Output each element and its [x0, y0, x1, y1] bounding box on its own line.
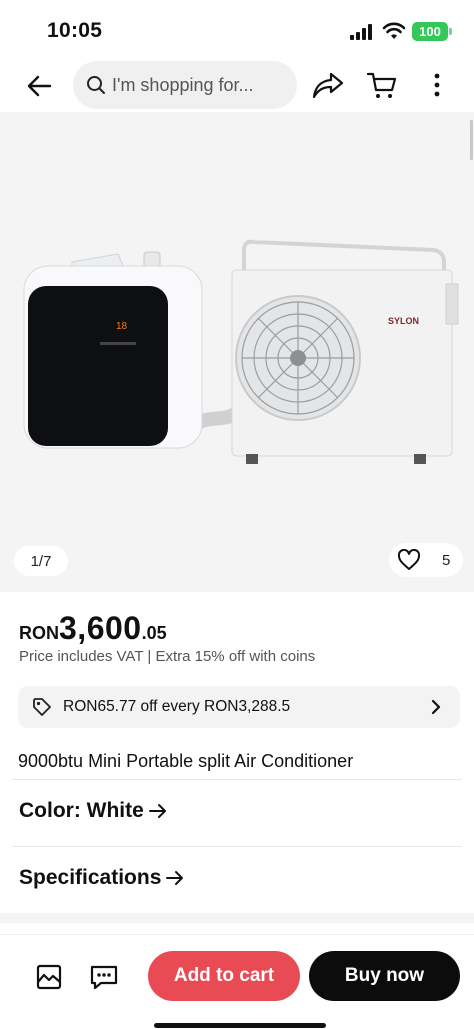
chevron-right-icon [431, 699, 441, 715]
tag-icon [33, 698, 51, 716]
product-title: 9000btu Mini Portable split Air Conditio… [18, 751, 354, 771]
arrow-right-icon [148, 804, 166, 818]
image-page-text: 1/7 [30, 552, 52, 570]
home-indicator [154, 1023, 326, 1028]
nav-bar: I'm shopping for... [0, 60, 474, 112]
product-price: RON 3,600 .05 [19, 610, 167, 647]
price-note: Price includes VAT | Extra 15% off with … [19, 648, 316, 665]
favorite-button[interactable]: 5 [389, 543, 463, 577]
search-icon [87, 76, 105, 94]
image-page-indicator: 1/7 [14, 546, 68, 576]
color-label: Color: White [19, 799, 144, 822]
specifications-label: Specifications [19, 866, 162, 889]
chat-icon[interactable] [89, 963, 119, 991]
heart-icon [397, 549, 421, 570]
svg-text:18: 18 [116, 321, 128, 332]
color-selector[interactable]: Color: White [19, 799, 168, 823]
coupon-banner[interactable]: RON65.77 off every RON3,288.5 [18, 686, 460, 728]
signal-icon [350, 24, 372, 40]
product-image-gallery[interactable]: 18 SYLON 1/7 5 [0, 112, 474, 592]
search-input[interactable]: I'm shopping for... [73, 61, 297, 109]
brand-label: SYLON [388, 316, 419, 326]
add-to-cart-button[interactable]: Add to cart [148, 951, 300, 1001]
coupon-text: RON65.77 off every RON3,288.5 [63, 698, 291, 715]
status-bar: 10:05 100 [0, 0, 474, 60]
battery-level: 100 [419, 24, 441, 39]
price-currency: RON [19, 623, 59, 643]
search-placeholder: I'm shopping for... [112, 74, 254, 95]
back-arrow-icon[interactable] [26, 72, 54, 100]
buy-now-button[interactable]: Buy now [309, 951, 460, 1001]
arrow-right-icon [166, 871, 184, 885]
wifi-icon [382, 22, 406, 39]
gallery-scrollbar [470, 120, 473, 160]
favorite-count: 5 [442, 551, 451, 569]
more-options-icon[interactable] [426, 70, 448, 100]
product-image: 18 SYLON [23, 239, 459, 464]
specifications-link[interactable]: Specifications [19, 866, 185, 890]
divider [12, 779, 462, 780]
price-amount: 3,600 [59, 610, 142, 646]
price-cents: .05 [141, 623, 167, 643]
section-separator [0, 913, 474, 923]
bottom-action-bar: Add to cart Buy now [0, 934, 474, 1029]
status-time: 10:05 [47, 19, 103, 42]
battery-indicator: 100 [412, 22, 452, 41]
divider [12, 846, 462, 847]
store-icon[interactable] [35, 963, 63, 991]
share-icon[interactable] [312, 70, 344, 100]
cart-icon[interactable] [366, 70, 398, 100]
